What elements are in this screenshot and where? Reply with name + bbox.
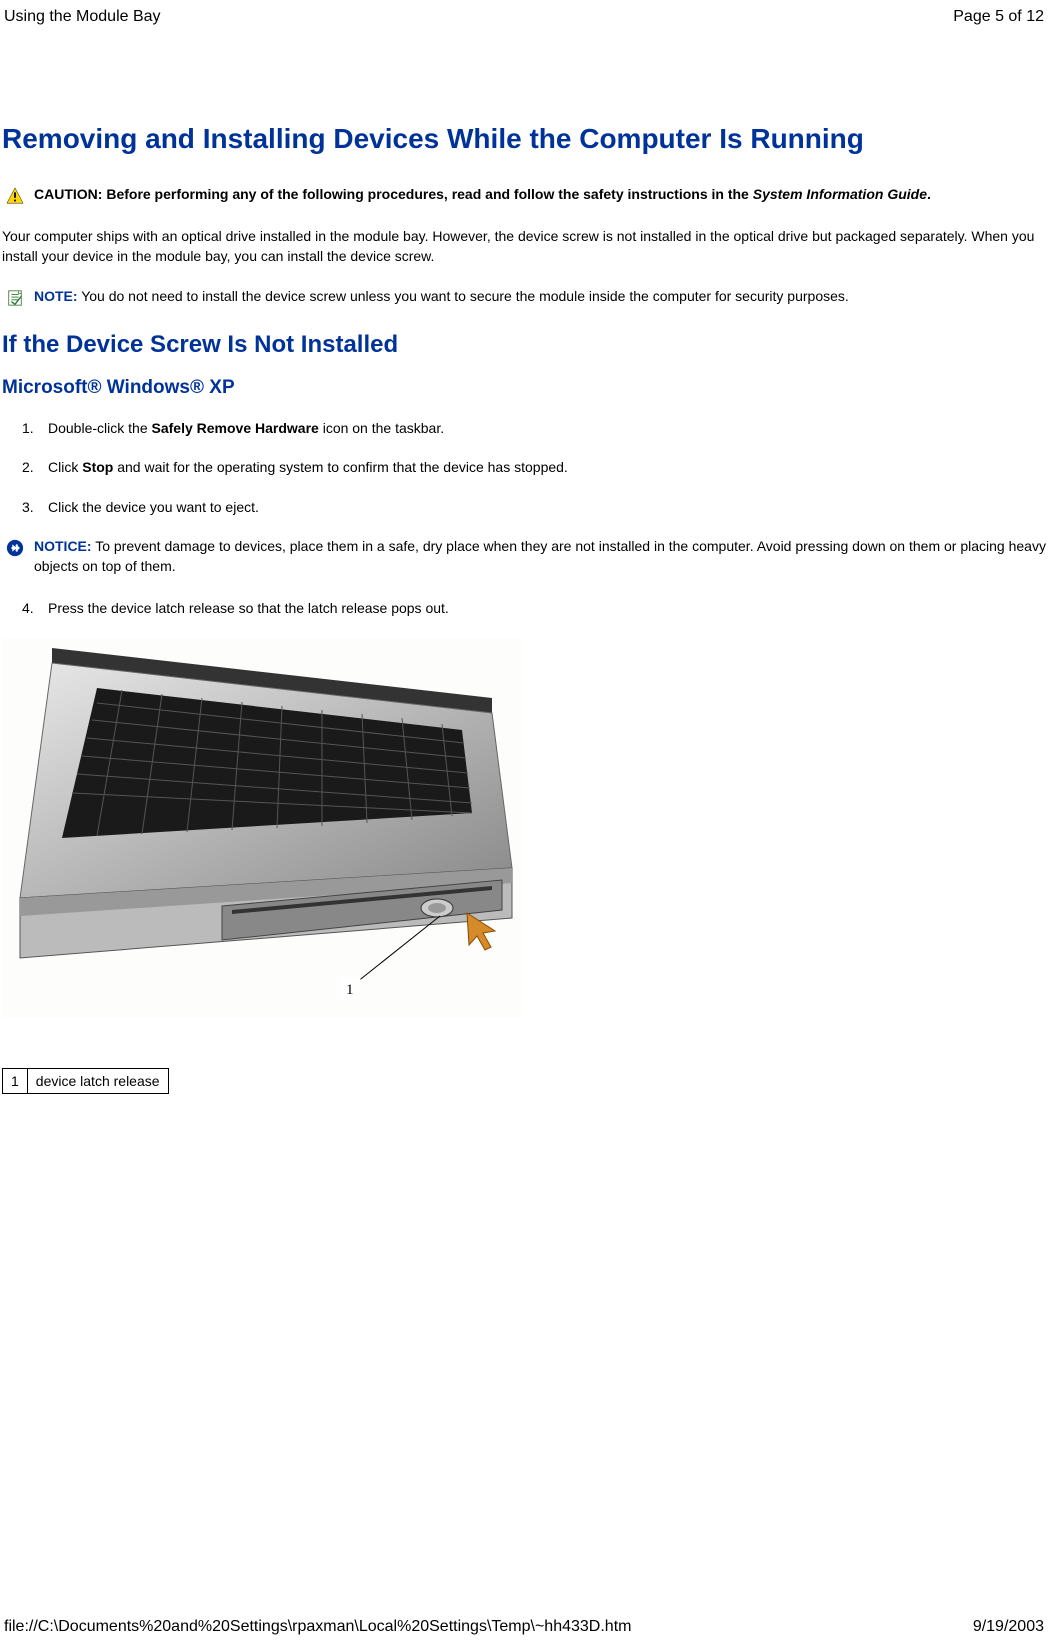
notice-callout: NOTICE: To prevent damage to devices, pl…: [6, 537, 1046, 576]
note-text: NOTE: You do not need to install the dev…: [34, 287, 849, 307]
page-content: Removing and Installing Devices While th…: [0, 121, 1048, 1094]
sub-heading: If the Device Screw Is Not Installed: [2, 331, 1046, 359]
figure-callout-number: 1: [346, 982, 354, 998]
caution-icon: [6, 187, 24, 205]
step-2: Click Stop and wait for the operating sy…: [22, 458, 1046, 478]
intro-paragraph: Your computer ships with an optical driv…: [2, 227, 1046, 266]
step-3: Click the device you want to eject.: [22, 498, 1046, 518]
footer-path: file://C:\Documents%20and%20Settings\rpa…: [4, 1618, 631, 1636]
notice-text: NOTICE: To prevent damage to devices, pl…: [34, 537, 1046, 576]
figure-legend-table: 1 device latch release: [2, 1068, 169, 1094]
notice-label: NOTICE:: [34, 538, 92, 554]
main-heading: Removing and Installing Devices While th…: [2, 121, 1046, 157]
caution-text: CAUTION: Before performing any of the fo…: [34, 185, 931, 205]
legend-number: 1: [3, 1069, 28, 1094]
footer-date: 9/19/2003: [973, 1618, 1044, 1636]
header-title: Using the Module Bay: [4, 8, 161, 26]
steps-list-continued: Press the device latch release so that t…: [2, 599, 1046, 619]
page-footer: file://C:\Documents%20and%20Settings\rpa…: [4, 1618, 1044, 1636]
step-4: Press the device latch release so that t…: [22, 599, 1046, 619]
laptop-figure: 1: [2, 638, 522, 1018]
steps-list: Double-click the Safely Remove Hardware …: [2, 419, 1046, 518]
caution-label: CAUTION:: [34, 186, 102, 202]
legend-row: 1 device latch release: [3, 1069, 169, 1094]
notice-icon: [6, 539, 24, 557]
step-1: Double-click the Safely Remove Hardware …: [22, 419, 1046, 439]
legend-text: device latch release: [27, 1069, 168, 1094]
header-page-number: Page 5 of 12: [953, 8, 1044, 26]
note-icon: [6, 289, 24, 307]
note-callout: NOTE: You do not need to install the dev…: [6, 287, 1046, 307]
note-label: NOTE:: [34, 288, 78, 304]
page-header: Using the Module Bay Page 5 of 12: [0, 0, 1048, 26]
caution-callout: CAUTION: Before performing any of the fo…: [6, 185, 1046, 205]
os-heading: Microsoft® Windows® XP: [2, 377, 1046, 399]
